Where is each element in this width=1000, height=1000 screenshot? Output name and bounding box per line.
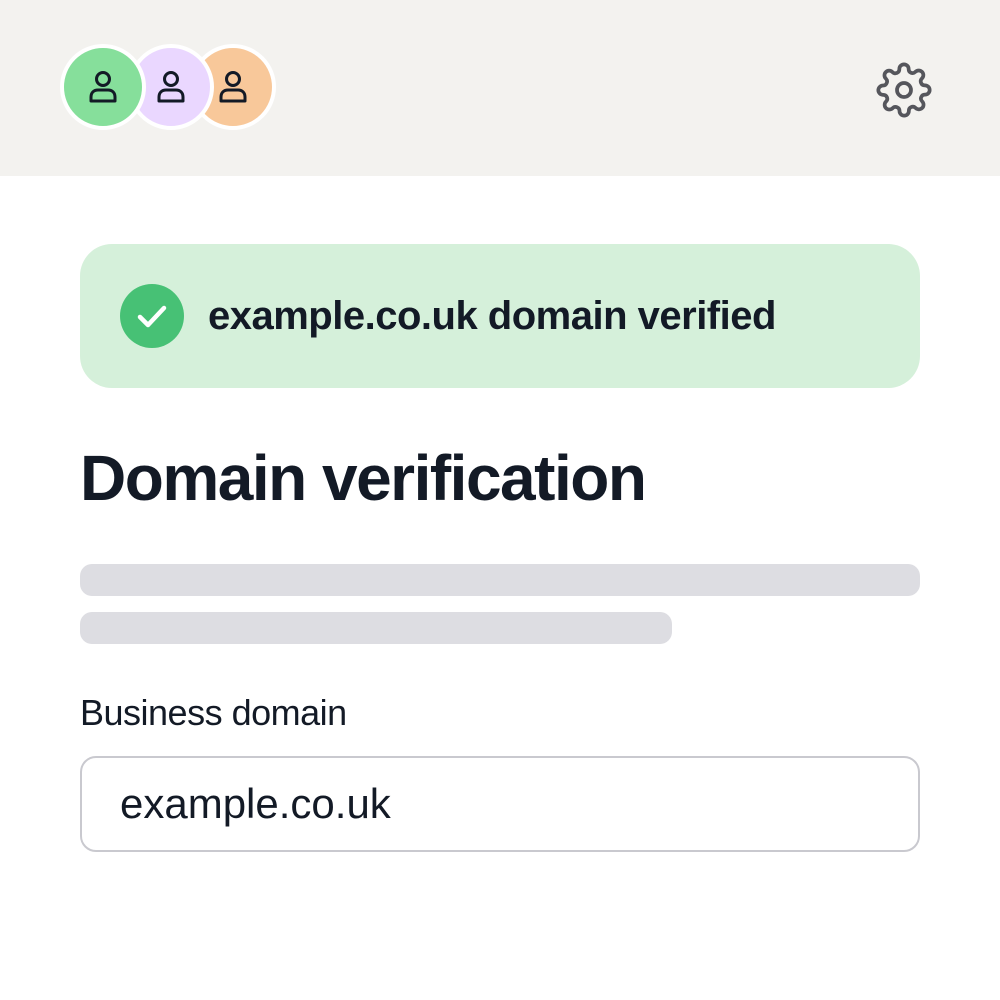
settings-button[interactable] [874, 60, 934, 120]
page-title: Domain verification [80, 442, 647, 514]
skeleton-line [80, 612, 672, 644]
header-bar [0, 0, 1000, 176]
check-circle-icon [120, 284, 184, 348]
avatar[interactable] [60, 44, 146, 130]
success-banner: example.co.uk domain verified [80, 244, 920, 388]
business-domain-label: Business domain [80, 692, 347, 733]
user-icon [89, 71, 117, 103]
skeleton-line [80, 564, 920, 596]
page: example.co.uk domain verified Domain ver… [0, 0, 1000, 1000]
business-domain-input[interactable] [80, 756, 920, 852]
user-icon [219, 71, 247, 103]
gear-icon [876, 62, 932, 118]
banner-message: example.co.uk domain verified [208, 293, 776, 338]
user-icon [157, 71, 185, 103]
